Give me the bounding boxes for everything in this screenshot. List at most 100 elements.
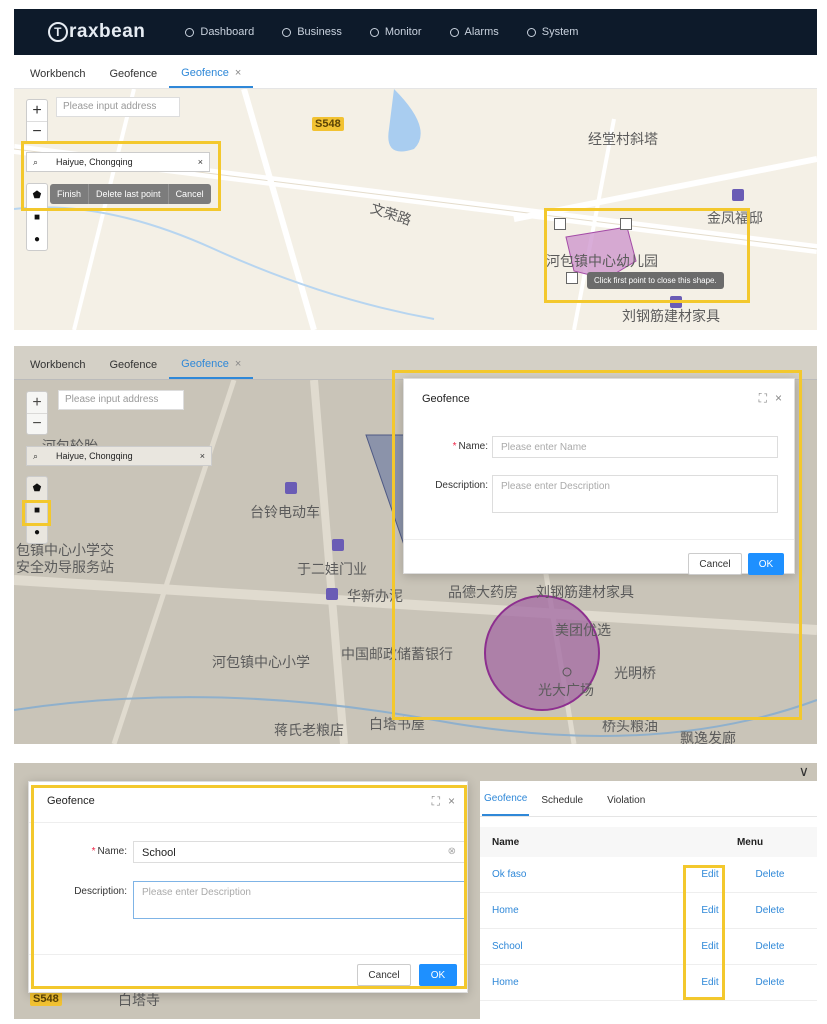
circle-tool-icon[interactable]: ● (27, 521, 47, 543)
draw-tooltip: Click first point to close this shape. (587, 272, 724, 289)
clear-icon[interactable]: ⊗ (448, 846, 456, 857)
description-field[interactable]: Please enter Description (133, 881, 465, 919)
geofence-name[interactable]: School (480, 941, 680, 952)
name-field[interactable]: Please enter Name (492, 436, 778, 458)
map-label: 品德大药房 (448, 584, 518, 600)
tab-geofence-active[interactable]: Geofence × (169, 59, 254, 88)
map-label: 桥头粮油 (602, 718, 658, 734)
ok-button[interactable]: OK (419, 964, 457, 986)
menu-column-header: Menu (736, 836, 764, 848)
map-label: 华新办泥 (347, 588, 403, 604)
dialog-title: Geofence (422, 393, 470, 405)
nav-business[interactable]: Business (282, 26, 342, 38)
collapse-icon[interactable]: ∨ (799, 763, 809, 780)
circle-tool-icon[interactable]: ● (27, 228, 47, 250)
expand-icon[interactable]: ⛶ (432, 794, 440, 809)
map-label: 中国邮政储蓄银行 (341, 646, 453, 662)
map-canvas[interactable] (14, 89, 817, 330)
edit-link[interactable]: Edit (680, 941, 740, 952)
delete-link[interactable]: Delete (740, 941, 800, 952)
cancel-draw-button[interactable]: Cancel (169, 184, 211, 204)
geofence-name[interactable]: Ok faso (480, 869, 680, 880)
geofence-dialog: Geofence ⛶ × * Name: School ⊗ Description… (28, 781, 468, 993)
tab-geofence-list[interactable]: Geofence (482, 793, 530, 816)
brand-logo[interactable]: T raxbean (48, 21, 145, 43)
clear-icon[interactable]: × (200, 451, 205, 461)
house-icon (732, 189, 744, 201)
tab-workbench[interactable]: Workbench (18, 60, 97, 88)
rectangle-tool-icon[interactable]: ■ (27, 206, 47, 228)
map-label: 白塔寺 (118, 992, 160, 1008)
name-field[interactable]: School ⊗ (133, 841, 465, 863)
nav-dashboard[interactable]: Dashboard (185, 26, 254, 38)
edit-link[interactable]: Edit (680, 869, 740, 880)
search-icon: ⌕ (33, 156, 39, 167)
delete-last-point-button[interactable]: Delete last point (89, 184, 169, 204)
clear-icon[interactable]: × (198, 157, 203, 167)
map-label: 飘逸发廊 (680, 730, 736, 744)
map-label: 刘钢筋建材家具 (536, 584, 634, 600)
description-field[interactable]: Please enter Description (492, 475, 778, 513)
name-label: Name: (97, 846, 127, 857)
vertex-handle[interactable] (620, 218, 632, 230)
draw-actions: Finish Delete last point Cancel (50, 184, 211, 204)
nav-alarms[interactable]: Alarms (449, 26, 499, 38)
nav-monitor[interactable]: Monitor (369, 26, 422, 38)
delete-link[interactable]: Delete (740, 905, 800, 916)
polygon-tool-icon[interactable]: ⬟ (27, 184, 47, 206)
zoom-out-button[interactable]: − (27, 413, 47, 434)
close-icon[interactable]: × (235, 350, 241, 378)
cancel-button[interactable]: Cancel (357, 964, 411, 986)
map-panel-drawing: T raxbean Dashboard Business Monitor Ala… (14, 9, 817, 330)
delete-link[interactable]: Delete (740, 977, 800, 988)
tab-geofence-active[interactable]: Geofence × (169, 350, 254, 379)
polygon-tool-icon[interactable]: ⬟ (27, 477, 47, 499)
page-tabs: Workbench Geofence Geofence × (14, 346, 817, 380)
dialog-title: Geofence (47, 795, 95, 807)
map-label: 白塔书屋 (369, 716, 425, 732)
search-input[interactable]: ⌕ Haiyue, Chongqing × (26, 446, 212, 466)
page-tabs: Workbench Geofence Geofence × (14, 55, 817, 89)
map-label: 河包镇中心小学 (212, 654, 310, 670)
list-tabs: Geofence Schedule Violation (480, 781, 817, 817)
description-label: Description: (74, 886, 127, 897)
zoom-in-button[interactable]: + (27, 100, 47, 121)
ok-button[interactable]: OK (748, 553, 784, 575)
map-label: 经堂村斜塔 (588, 131, 658, 147)
top-navigation: T raxbean Dashboard Business Monitor Ala… (14, 9, 817, 55)
tab-schedule[interactable]: Schedule (539, 795, 595, 816)
cancel-button[interactable]: Cancel (688, 553, 742, 575)
close-icon[interactable]: × (448, 794, 455, 809)
tab-workbench[interactable]: Workbench (18, 351, 97, 379)
tab-violation[interactable]: Violation (605, 795, 657, 816)
alarm-icon (449, 27, 459, 37)
delete-link[interactable]: Delete (740, 869, 800, 880)
map-label: 光明桥 (614, 665, 656, 681)
shop-icon (332, 539, 344, 551)
close-icon[interactable]: × (235, 59, 241, 87)
search-input[interactable]: ⌕ Haiyue, Chongqing × (26, 152, 210, 172)
finish-button[interactable]: Finish (50, 184, 90, 204)
dashboard-icon (185, 27, 195, 37)
zoom-in-button[interactable]: + (27, 392, 47, 413)
tab-geofence[interactable]: Geofence (97, 60, 169, 88)
tab-geofence[interactable]: Geofence (97, 351, 169, 379)
vertex-handle[interactable] (566, 272, 578, 284)
zoom-out-button[interactable]: − (27, 121, 47, 142)
geofence-name[interactable]: Home (480, 977, 680, 988)
edit-panel: ∨ S548 白塔寺 Geofence ⛶ × * Name: School ⊗ … (14, 763, 817, 1019)
vertex-handle[interactable] (554, 218, 566, 230)
address-input[interactable]: Please input address (58, 390, 184, 410)
expand-icon[interactable]: ⛶ (759, 391, 767, 406)
map-label: 光大广场 (538, 682, 594, 698)
edit-link[interactable]: Edit (680, 905, 740, 916)
close-icon[interactable]: × (775, 391, 782, 406)
zoom-control: + − (26, 391, 48, 435)
draw-tools: ⬟ ■ ● (26, 476, 48, 544)
nav-system[interactable]: System (526, 26, 578, 38)
address-input[interactable]: Please input address (56, 97, 180, 117)
geofence-name[interactable]: Home (480, 905, 680, 916)
rectangle-tool-icon[interactable]: ■ (27, 499, 47, 521)
edit-link[interactable]: Edit (680, 977, 740, 988)
table-header: Name Menu (480, 827, 817, 857)
